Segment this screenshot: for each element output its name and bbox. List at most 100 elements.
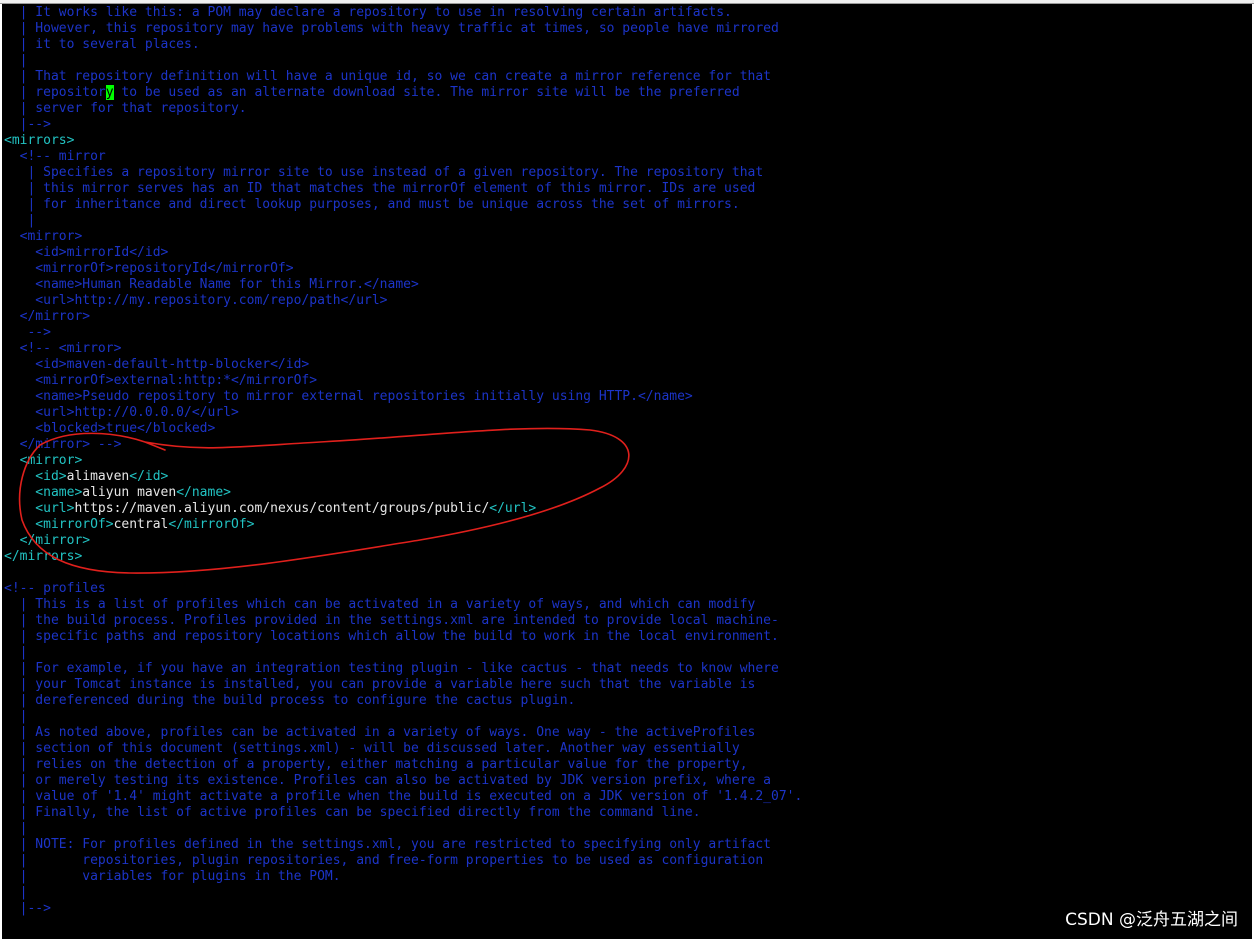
code-line: </mirrors> xyxy=(4,549,802,565)
code-segment: <!-- <mirror> xyxy=(4,341,122,356)
code-line: | section of this document (settings.xml… xyxy=(4,741,802,757)
code-segment: <mirrorOf>repositoryId</mirrorOf> xyxy=(4,261,294,276)
code-line: <!-- <mirror> xyxy=(4,341,802,357)
terminal-editor[interactable]: | It works like this: a POM may declare … xyxy=(2,4,1252,939)
code-line: |--> xyxy=(4,901,802,917)
code-segment: | dereferenced during the build process … xyxy=(4,693,576,708)
code-segment: | your Tomcat instance is installed, you… xyxy=(4,677,756,692)
code-segment: | xyxy=(4,885,28,900)
code-segment: | repositor xyxy=(4,85,106,100)
code-line: | xyxy=(4,821,802,837)
code-segment: | server for that repository. xyxy=(4,101,247,116)
code-line: | value of '1.4' might activate a profil… xyxy=(4,789,803,805)
code-segment: | section of this document (settings.xml… xyxy=(4,741,740,756)
code-line: </mirror> --> xyxy=(4,437,802,453)
code-line: | xyxy=(4,53,802,69)
code-line: <id>maven-default-http-blocker</id> xyxy=(4,357,802,373)
code-line: </mirror> xyxy=(4,309,802,325)
code-segment: | xyxy=(4,821,28,836)
code-line: |--> xyxy=(4,117,802,133)
code-segment: | NOTE: For profiles defined in the sett… xyxy=(4,837,772,852)
code-segment: </name> xyxy=(176,485,231,500)
code-segment: --> xyxy=(4,325,51,340)
code-segment: | This is a list of profiles which can b… xyxy=(4,597,756,612)
code-segment: to be used as an alternate download site… xyxy=(113,85,740,100)
code-segment: | the build process. Profiles provided i… xyxy=(4,613,779,628)
code-line: | However, this repository may have prob… xyxy=(4,21,802,37)
code-line: | server for that repository. xyxy=(4,101,802,117)
code-segment: <id>mirrorId</id> xyxy=(4,245,169,260)
code-segment: | this mirror serves has an ID that matc… xyxy=(4,181,756,196)
code-segment: | relies on the detection of a property,… xyxy=(4,757,748,772)
code-segment: | Specifies a repository mirror site to … xyxy=(4,165,764,180)
code-line: | xyxy=(4,709,802,725)
code-line: <url>http://0.0.0.0/</url> xyxy=(4,405,802,421)
code-line: | or merely testing its existence. Profi… xyxy=(4,773,802,789)
code-area[interactable]: | It works like this: a POM may declare … xyxy=(4,5,802,917)
code-line: | xyxy=(4,645,802,661)
code-segment: | xyxy=(4,645,28,660)
code-segment: <url>http://my.repository.com/repo/path<… xyxy=(4,293,388,308)
code-line: <mirrorOf>repositoryId</mirrorOf> xyxy=(4,261,802,277)
code-segment: <!-- mirror xyxy=(4,149,106,164)
code-segment: <url>http://0.0.0.0/</url> xyxy=(4,405,239,420)
code-line: | specific paths and repository location… xyxy=(4,629,802,645)
code-segment: <name>Pseudo repository to mirror extern… xyxy=(4,389,693,404)
code-line: </mirror> xyxy=(4,533,802,549)
code-segment: </mirror> --> xyxy=(4,437,122,452)
code-line: | xyxy=(4,885,802,901)
code-line: | it to several places. xyxy=(4,37,802,53)
code-line: <!-- mirror xyxy=(4,149,802,165)
code-segment: | As noted above, profiles can be activa… xyxy=(4,725,756,740)
code-line: | This is a list of profiles which can b… xyxy=(4,597,802,613)
code-line: | Finally, the list of active profiles c… xyxy=(4,805,802,821)
code-segment: <name> xyxy=(4,485,83,500)
code-segment: https://maven.aliyun.com/nexus/content/g… xyxy=(74,501,490,516)
code-segment: | specific paths and repository location… xyxy=(4,629,779,644)
code-segment: <!-- profiles xyxy=(4,581,106,596)
code-line: | NOTE: For profiles defined in the sett… xyxy=(4,837,802,853)
code-line: <mirrors> xyxy=(4,133,802,149)
code-segment: <id>maven-default-http-blocker</id> xyxy=(4,357,310,372)
code-segment: </mirrors> xyxy=(4,549,83,564)
code-line: --> xyxy=(4,325,802,341)
code-line: | dereferenced during the build process … xyxy=(4,693,802,709)
text-cursor: y xyxy=(105,85,114,100)
code-segment: | or merely testing its existence. Profi… xyxy=(4,773,772,788)
code-segment: | xyxy=(4,213,36,228)
code-segment: | It works like this: a POM may declare … xyxy=(4,5,732,20)
code-segment: | xyxy=(4,53,28,68)
code-segment: |--> xyxy=(4,117,51,132)
code-line: <name>Pseudo repository to mirror extern… xyxy=(4,389,802,405)
code-segment: |--> xyxy=(4,901,51,916)
code-segment: | Finally, the list of active profiles c… xyxy=(4,805,701,820)
code-segment: <mirrors> xyxy=(4,133,75,148)
code-segment: </mirrorOf> xyxy=(168,517,255,532)
code-segment: </url> xyxy=(489,501,537,516)
code-line: | this mirror serves has an ID that matc… xyxy=(4,181,802,197)
code-segment: <mirror> xyxy=(4,229,83,244)
code-line: <mirror> xyxy=(4,229,802,245)
code-line: | relies on the detection of a property,… xyxy=(4,757,802,773)
code-line: <id>mirrorId</id> xyxy=(4,245,802,261)
code-line: | That repository definition will have a… xyxy=(4,69,802,85)
code-segment: <mirror> xyxy=(4,453,83,468)
code-segment: <name>Human Readable Name for this Mirro… xyxy=(4,277,419,292)
code-segment: | xyxy=(4,709,28,724)
code-line: <url>https://maven.aliyun.com/nexus/cont… xyxy=(4,501,802,517)
code-segment: | repositories, plugin repositories, and… xyxy=(4,853,764,868)
code-segment: </mirror> xyxy=(4,533,91,548)
code-line: | repositories, plugin repositories, and… xyxy=(4,853,802,869)
code-line: | variables for plugins in the POM. xyxy=(4,869,802,885)
code-line: | Specifies a repository mirror site to … xyxy=(4,165,802,181)
code-segment: <url> xyxy=(4,501,75,516)
code-line: <mirror> xyxy=(4,453,802,469)
code-segment: | for inheritance and direct lookup purp… xyxy=(4,197,740,212)
code-segment: | For example, if you have an integratio… xyxy=(4,661,779,676)
code-line: <blocked>true</blocked> xyxy=(4,421,802,437)
code-segment: <blocked>true</blocked> xyxy=(4,421,216,436)
code-segment: | it to several places. xyxy=(4,37,200,52)
code-line: | It works like this: a POM may declare … xyxy=(4,5,802,21)
code-line: | As noted above, profiles can be activa… xyxy=(4,725,802,741)
